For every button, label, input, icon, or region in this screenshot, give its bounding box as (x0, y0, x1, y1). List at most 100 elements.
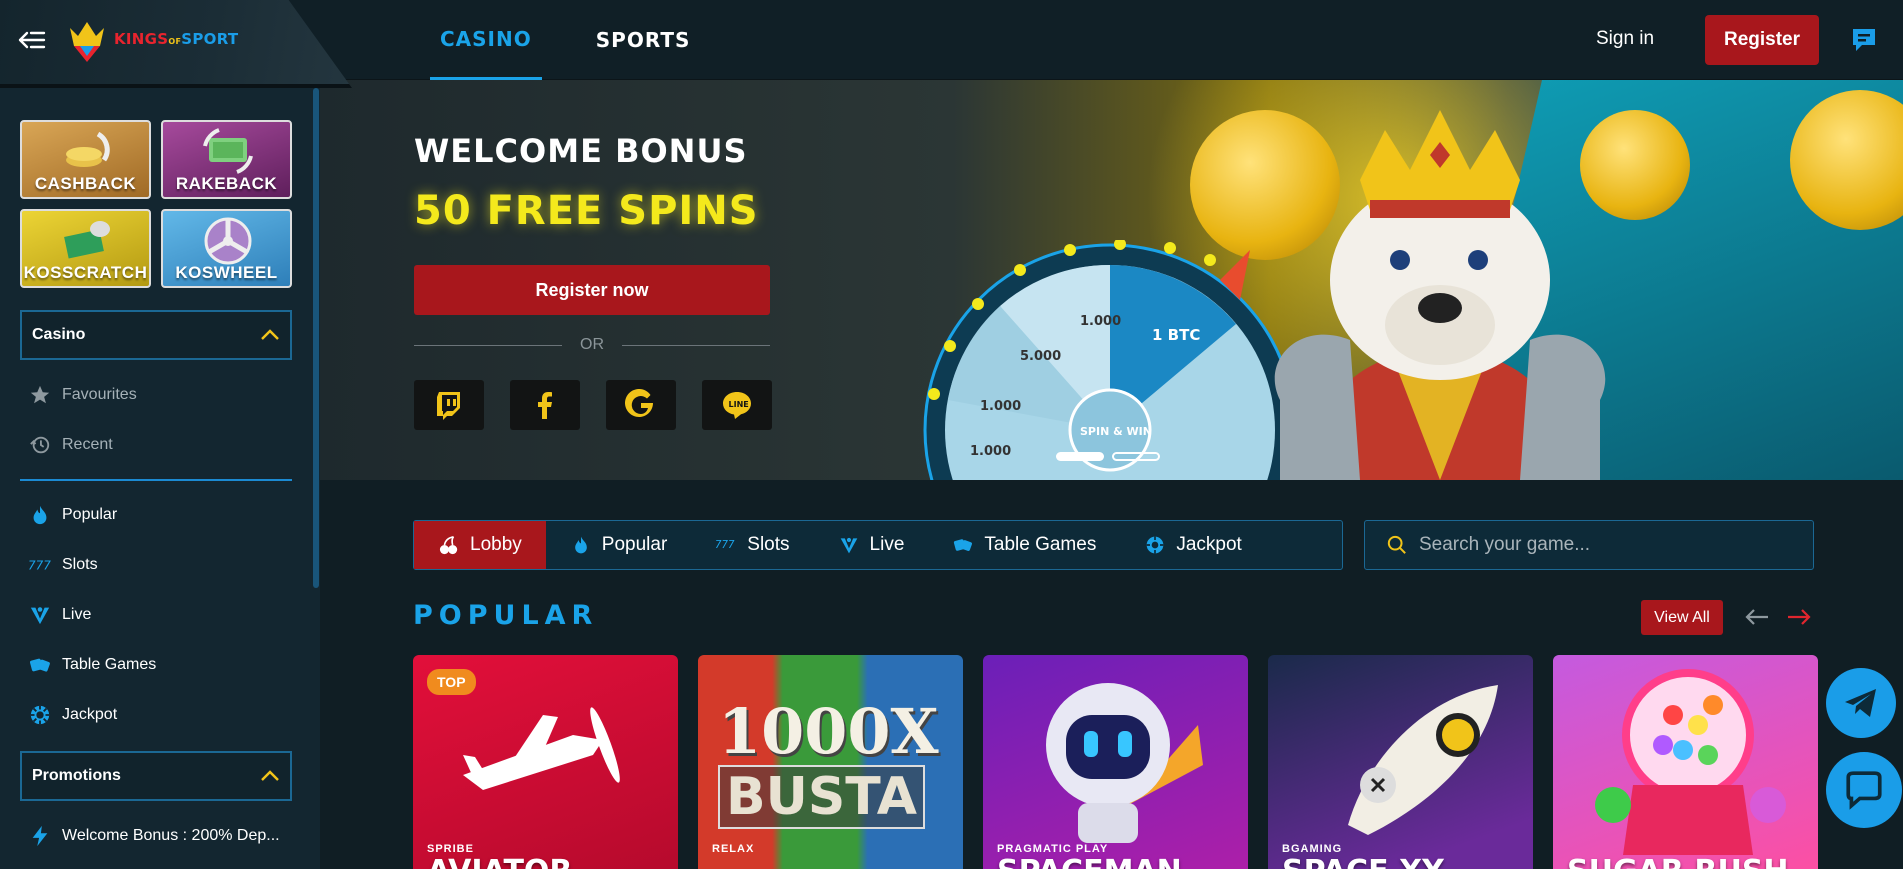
fortune-wheel-icon (204, 217, 252, 265)
category-label: Popular (601, 534, 668, 555)
dice-icon (952, 534, 974, 556)
promotions-section-toggle[interactable]: Promotions (20, 751, 292, 801)
category-label: Table Games (984, 534, 1097, 555)
svg-text:1.000: 1.000 (980, 399, 1021, 414)
carousel-dot-1[interactable] (1056, 452, 1104, 461)
kosscratch-tile[interactable]: KOSSCRATCH (20, 209, 151, 288)
svg-text:777: 777 (28, 558, 51, 572)
airplane-icon (463, 707, 620, 790)
dice-icon (28, 653, 52, 677)
game-title: SUGAR RUSH (1567, 854, 1789, 869)
game-card-1000x-busta[interactable]: 1000X BUSTA RELAX (698, 655, 963, 869)
hero-banner: 1 BTC 1.000 5.000 1.000 1.000 SPIN & WIN… (320, 80, 1903, 480)
chat-icon (1846, 771, 1882, 810)
category-jackpot[interactable]: Jackpot (1120, 521, 1265, 569)
logo-area: KINGSOFSPORT (0, 0, 352, 88)
carousel-dots (1056, 452, 1160, 461)
sidebar-item-welcome-bonus[interactable]: Welcome Bonus : 200% Dep... (28, 823, 280, 849)
game-title: SPACEMAN (997, 854, 1182, 869)
tab-casino[interactable]: CASINO (430, 0, 542, 80)
social-login-row: LINE (414, 380, 772, 430)
gumball-machine-icon (1595, 669, 1786, 855)
telegram-button[interactable] (1826, 668, 1896, 738)
game-card-aviator[interactable]: TOP SPRIBE AVIATOR (413, 655, 678, 869)
google-icon (625, 389, 653, 417)
category-label: Slots (747, 534, 790, 555)
arrow-right-icon[interactable] (1786, 606, 1812, 628)
koswheel-tile[interactable]: KOSWHEEL (161, 209, 292, 288)
svg-text:1 BTC: 1 BTC (1152, 326, 1200, 344)
cash-bundle-icon (203, 128, 253, 174)
site-logo[interactable]: KINGSOFSPORT (64, 14, 238, 64)
game-search (1364, 520, 1814, 570)
sidebar-item-jackpot[interactable]: Jackpot (28, 702, 117, 728)
sidebar-scrollbar[interactable] (313, 88, 319, 588)
twitch-login-button[interactable] (414, 380, 484, 430)
polar-bear-king-mascot (1274, 110, 1606, 480)
busta-logo-top: 1000X (718, 695, 939, 768)
koswheel-label: KOSWHEEL (175, 263, 278, 282)
facebook-login-button[interactable] (510, 380, 580, 430)
sidebar-item-recent[interactable]: Recent (28, 432, 113, 458)
live-icon (28, 603, 52, 627)
sidebar-item-live[interactable]: Live (28, 602, 91, 628)
rakeback-tile[interactable]: RAKEBACK (161, 120, 292, 199)
category-slots[interactable]: 777 Slots (691, 521, 813, 569)
cashback-label: CASHBACK (34, 174, 137, 193)
search-input[interactable] (1419, 534, 1799, 556)
sidebar-item-label: Slots (62, 556, 98, 573)
register-now-button[interactable]: Register now (414, 265, 770, 315)
search-icon (1387, 535, 1406, 554)
sidebar-item-favourites[interactable]: Favourites (28, 382, 137, 408)
sidebar-item-popular[interactable]: Popular (28, 502, 117, 528)
live-chat-button[interactable] (1826, 752, 1902, 828)
category-label: Lobby (470, 534, 522, 555)
top-header: KINGSOFSPORT CASINO SPORTS Sign in Regis… (0, 0, 1903, 88)
game-card-sugar-rush[interactable]: SUGAR RUSH (1553, 655, 1818, 869)
scratch-card-icon (64, 221, 110, 259)
category-lobby[interactable]: Lobby (414, 521, 546, 569)
view-all-button[interactable]: View All (1641, 600, 1723, 635)
cashback-tile[interactable]: CASHBACK (20, 120, 151, 199)
game-card-space-xy[interactable]: BGAMING SPACE XY (1268, 655, 1533, 869)
chat-bubble-icon[interactable] (1850, 26, 1878, 54)
astronaut-icon (1046, 683, 1203, 843)
category-tabs: Lobby Popular 777 Slots Live Table Games… (413, 520, 1343, 570)
game-title: SPACE XY (1282, 854, 1444, 869)
arrow-left-icon[interactable] (1744, 606, 1770, 628)
casino-section-toggle[interactable]: Casino (20, 310, 292, 360)
telegram-icon (1845, 689, 1876, 717)
sign-in-link[interactable]: Sign in (1596, 28, 1654, 50)
sidebar-item-label: Welcome Bonus : 200% Dep... (62, 827, 280, 844)
tab-sports[interactable]: SPORTS (586, 0, 701, 80)
sidebar-item-table-games[interactable]: Table Games (28, 652, 156, 678)
menu-collapse-icon[interactable] (18, 28, 46, 52)
category-popular[interactable]: Popular (546, 521, 692, 569)
divider-line (414, 344, 562, 346)
carousel-dot-2[interactable] (1112, 452, 1160, 461)
divider-line (622, 344, 770, 346)
register-button[interactable]: Register (1705, 15, 1819, 65)
chevron-up-icon (261, 329, 279, 340)
google-login-button[interactable] (606, 380, 676, 430)
main-tabs: CASINO SPORTS (430, 0, 700, 80)
kosscratch-label: KOSSCRATCH (23, 263, 148, 282)
rakeback-label: RAKEBACK (175, 174, 278, 193)
category-live[interactable]: Live (814, 521, 929, 569)
svg-text:1.000: 1.000 (1080, 314, 1121, 329)
svg-text:777: 777 (715, 540, 735, 551)
cherry-icon (438, 534, 460, 556)
top-badge: TOP (427, 669, 476, 695)
live-icon (838, 534, 860, 556)
lightning-icon (28, 824, 52, 848)
sidebar: CASHBACK RAKEBACK KOSSCRATCH KOSWHEEL Ca… (0, 88, 320, 869)
twitch-icon (437, 392, 460, 420)
line-icon: LINE (723, 392, 751, 419)
crown-logo-icon (70, 22, 104, 62)
sidebar-item-slots[interactable]: 777 Slots (28, 552, 98, 578)
category-table-games[interactable]: Table Games (928, 521, 1120, 569)
game-card-spaceman[interactable]: PRAGMATIC PLAY SPACEMAN (983, 655, 1248, 869)
sidebar-divider (20, 479, 292, 481)
line-login-button[interactable]: LINE (702, 380, 772, 430)
or-label: OR (580, 336, 604, 353)
